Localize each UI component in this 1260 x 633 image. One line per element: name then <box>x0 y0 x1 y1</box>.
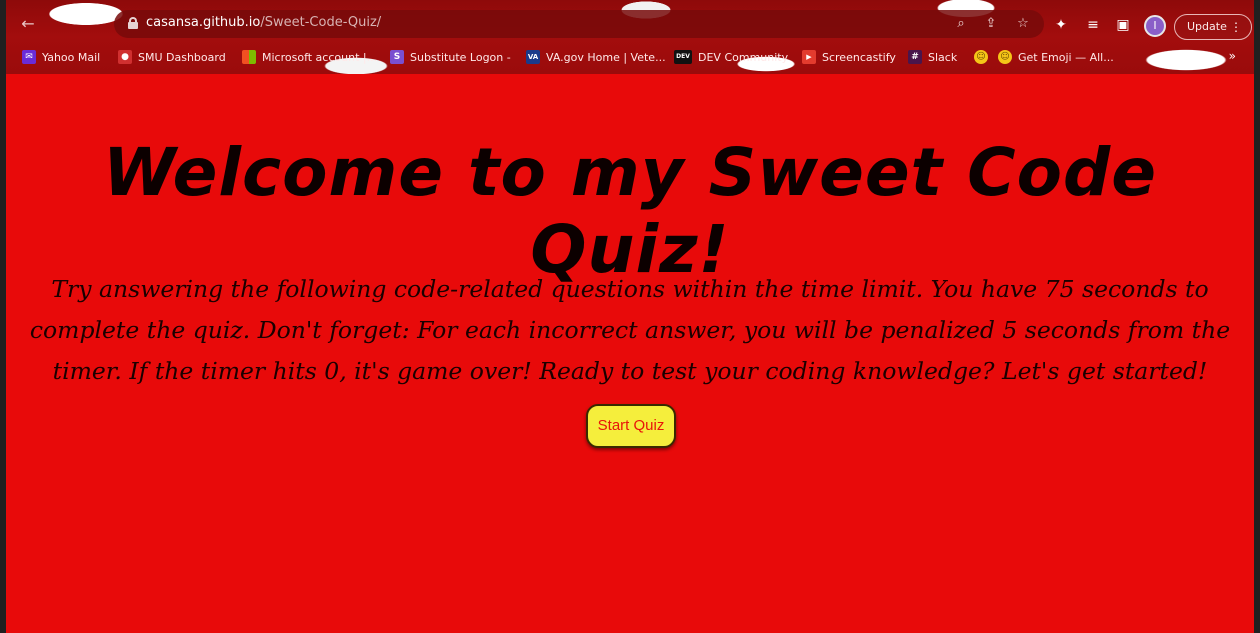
share-icon[interactable]: ⇪ <box>982 15 1000 33</box>
extensions-icon[interactable]: ✦ <box>1052 16 1070 34</box>
side-panel-icon[interactable]: ▣ <box>1114 16 1132 34</box>
yahoo-icon: ✉ <box>22 50 36 64</box>
bookmark-dev-community[interactable]: DEV DEV Community <box>674 49 788 65</box>
page-title: Welcome to my Sweet Code Quiz! <box>103 134 1157 288</box>
emoji-icon: ☺ <box>998 50 1012 64</box>
quiz-page: Welcome to my Sweet Code Quiz! Try answe… <box>6 74 1254 633</box>
profile-avatar[interactable]: I <box>1144 15 1166 37</box>
bookmark-label: Yahoo Mail <box>42 50 101 64</box>
bookmark-label: VA.gov Home | Vete... <box>546 50 666 64</box>
screencastify-icon: ▶ <box>802 50 816 64</box>
update-button[interactable]: Update ⋮ <box>1174 14 1252 40</box>
back-arrow-icon[interactable]: ← <box>18 14 38 34</box>
bookmark-label: Microsoft account |... <box>262 50 378 64</box>
bookmark-emoji[interactable]: ☺ <box>974 49 994 65</box>
bookmark-label: Slack <box>928 50 958 64</box>
bookmark-label: Screencastify <box>822 50 896 64</box>
kebab-menu-icon[interactable]: ⋮ <box>1230 15 1242 39</box>
slack-icon: # <box>908 50 922 64</box>
substitute-icon: S <box>390 50 404 64</box>
microsoft-icon <box>242 50 256 64</box>
browser-toolbar: ← casansa.github.io/Sweet-Code-Quiz/ ⌕ ⇪… <box>6 6 1254 42</box>
quiz-instructions: Try answering the following code-related… <box>29 275 1231 385</box>
bookmark-yahoo-mail[interactable]: ✉ Yahoo Mail <box>22 49 100 65</box>
url-host: casansa.github.io <box>146 15 261 30</box>
update-label: Update <box>1187 20 1227 33</box>
url-path: /Sweet-Code-Quiz/ <box>260 15 382 30</box>
bookmark-substitute-logon[interactable]: S Substitute Logon - <box>390 49 511 65</box>
bookmark-label: SMU Dashboard <box>138 50 226 64</box>
screen-frame: ← casansa.github.io/Sweet-Code-Quiz/ ⌕ ⇪… <box>0 0 1260 633</box>
chevron-right-icon[interactable]: » <box>1229 49 1236 63</box>
dev-icon: DEV <box>674 50 692 64</box>
star-icon[interactable]: ☆ <box>1014 15 1032 33</box>
address-bar[interactable]: casansa.github.io/Sweet-Code-Quiz/ ⌕ ⇪ ☆ <box>114 10 1044 38</box>
smu-icon: ● <box>118 50 132 64</box>
va-icon: VA <box>526 50 540 64</box>
bookmark-microsoft-account[interactable]: Microsoft account |... <box>242 49 377 65</box>
url-text: casansa.github.io/Sweet-Code-Quiz/ <box>146 15 381 30</box>
bookmark-label: Substitute Logon - <box>410 50 511 64</box>
bookmark-label: Get Emoji — All... <box>1018 50 1114 64</box>
bookmark-smu-dashboard[interactable]: ● SMU Dashboard <box>118 49 226 65</box>
search-icon[interactable]: ⌕ <box>952 15 970 33</box>
reading-list-icon[interactable]: ≡ <box>1084 16 1102 34</box>
bookmarks-bar: ✉ Yahoo Mail ● SMU Dashboard Microsoft a… <box>6 44 1254 70</box>
lock-icon[interactable] <box>128 17 138 29</box>
browser-chrome: ← casansa.github.io/Sweet-Code-Quiz/ ⌕ ⇪… <box>6 0 1254 74</box>
bookmark-label: DEV Community <box>698 50 789 64</box>
bookmark-get-emoji[interactable]: ☺ Get Emoji — All... <box>998 49 1114 65</box>
start-quiz-button[interactable]: Start Quiz <box>586 404 676 448</box>
bookmark-va-gov[interactable]: VA VA.gov Home | Vete... <box>526 49 666 65</box>
emoji-icon: ☺ <box>974 50 988 64</box>
bookmark-screencastify[interactable]: ▶ Screencastify <box>802 49 896 65</box>
bookmark-slack[interactable]: # Slack <box>908 49 957 65</box>
